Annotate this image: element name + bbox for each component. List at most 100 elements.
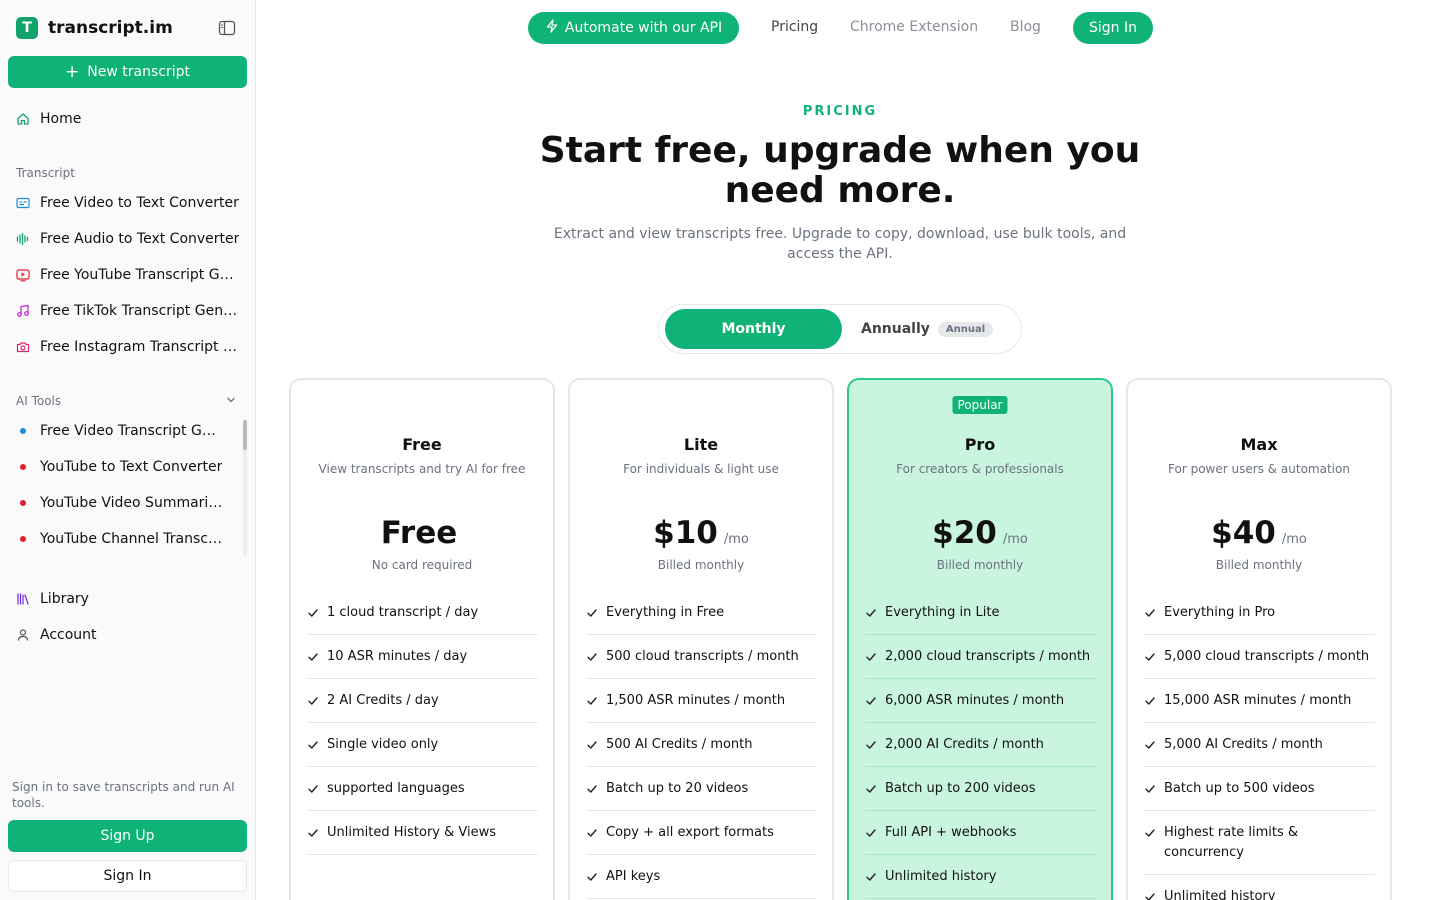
dot-icon (16, 460, 30, 474)
feature-text: 500 cloud transcripts / month (606, 649, 799, 664)
toggle-monthly[interactable]: Monthly (665, 309, 842, 349)
scrollbar-thumb[interactable] (243, 420, 247, 450)
sidebar-item-home[interactable]: Home (16, 111, 240, 127)
feature-item: Batch up to 200 videos (865, 767, 1096, 811)
sidebar-item-label: YouTube to Text Converter (40, 459, 223, 475)
feature-item: 10 ASR minutes / day (307, 635, 538, 679)
nav-pricing-link[interactable]: Pricing (771, 19, 818, 35)
sidebar-item-video-transcript-generator[interactable]: Free Video Transcript Generator (16, 423, 240, 439)
check-icon (865, 735, 877, 755)
feature-text: Single video only (327, 737, 439, 752)
check-icon (307, 603, 319, 623)
feature-text: Batch up to 500 videos (1164, 781, 1315, 796)
billing-note: Billed monthly (1215, 558, 1303, 572)
feature-text: Copy + all export formats (606, 825, 774, 840)
feature-item: Full API + webhooks (865, 811, 1096, 855)
toggle-annually-label: Annually (861, 321, 930, 337)
toggle-annually[interactable]: Annually Annual (861, 321, 994, 337)
price-period: /mo (1002, 532, 1028, 547)
feature-text: 10 ASR minutes / day (327, 649, 468, 664)
plus-icon: + (65, 61, 80, 82)
feature-text: Full API + webhooks (885, 825, 1017, 840)
check-icon (586, 779, 598, 799)
feature-text: Unlimited history (885, 869, 997, 884)
sidebar-item-youtube-summarizer[interactable]: YouTube Video Summarizer (16, 495, 240, 511)
ai-tools-section-label: AI Tools (16, 394, 62, 408)
plan-description: For power users & automation (1168, 462, 1350, 476)
feature-text: Highest rate limits & concurrency (1164, 825, 1299, 860)
sidebar-item-label: Free Audio to Text Converter (40, 231, 240, 247)
sidebar-item-audio-to-text[interactable]: Free Audio to Text Converter (16, 231, 240, 247)
automate-api-button[interactable]: Automate with our API (528, 12, 739, 44)
dot-icon (16, 532, 30, 546)
plan-description: For individuals & light use (623, 462, 779, 476)
check-icon (865, 867, 877, 887)
sidebar-sign-in-button[interactable]: Sign In (8, 860, 247, 892)
sidebar-toggle-icon[interactable] (218, 20, 236, 36)
plan-price: Free (380, 515, 458, 551)
dot-icon (16, 424, 30, 438)
feature-text: Unlimited history (1164, 889, 1276, 900)
sidebar-item-instagram-transcript[interactable]: Free Instagram Transcript Generator (16, 339, 240, 355)
check-icon (1144, 887, 1156, 900)
lightning-icon (545, 19, 559, 37)
pricing-card-max: Max For power users & automation $40 /mo … (1126, 378, 1392, 900)
brand[interactable]: T transcript.im (16, 17, 173, 39)
feature-text: API keys (606, 869, 661, 884)
plan-name: Pro (964, 435, 996, 454)
api-button-label: Automate with our API (564, 20, 723, 36)
user-icon (16, 628, 30, 642)
feature-list: Everything in Free 500 cloud transcripts… (586, 591, 817, 899)
plan-description: For creators & professionals (896, 462, 1064, 476)
price-row: Free (291, 515, 553, 551)
sidebar-item-youtube-to-text[interactable]: YouTube to Text Converter (16, 459, 240, 475)
check-icon (1144, 779, 1156, 799)
nav-chrome-extension-link[interactable]: Chrome Extension (850, 19, 978, 35)
feature-text: 1 cloud transcript / day (327, 605, 479, 620)
page-title: Start free, upgrade when you need more. (539, 130, 1141, 211)
check-icon (865, 779, 877, 799)
check-icon (307, 823, 319, 843)
price-row: $40 /mo (1128, 515, 1390, 551)
feature-item: 5,000 AI Credits / month (1144, 723, 1375, 767)
feature-text: Unlimited History & Views (327, 825, 497, 840)
feature-text: 500 AI Credits / month (606, 737, 753, 752)
chevron-down-icon[interactable] (226, 396, 236, 407)
sidebar-item-account[interactable]: Account (16, 627, 240, 643)
sidebar-item-label: Library (40, 591, 89, 607)
feature-item: supported languages (307, 767, 538, 811)
signin-note: Sign in to save transcripts and run AI t… (12, 780, 235, 810)
new-transcript-button[interactable]: + New transcript (8, 56, 247, 88)
sidebar-item-youtube-transcript[interactable]: Free YouTube Transcript Generator (16, 267, 240, 283)
feature-text: 5,000 cloud transcripts / month (1164, 649, 1370, 664)
nav-blog-link[interactable]: Blog (1010, 19, 1041, 35)
check-icon (586, 823, 598, 843)
sidebar-item-video-to-text[interactable]: Free Video to Text Converter (16, 195, 240, 211)
plan-price: $10 (653, 515, 718, 551)
price-period: /mo (1281, 532, 1307, 547)
home-icon (16, 112, 30, 126)
audio-wave-icon (16, 232, 30, 246)
plan-name: Max (1240, 435, 1278, 454)
sidebar-item-youtube-channel[interactable]: YouTube Channel Transcript (16, 531, 240, 547)
feature-item: Everything in Lite (865, 591, 1096, 635)
camera-icon (16, 340, 30, 354)
transcript-section-label: Transcript (16, 166, 75, 180)
sign-up-button[interactable]: Sign Up (8, 820, 247, 852)
feature-text: Everything in Pro (1164, 605, 1276, 620)
plan-name: Free (402, 435, 442, 454)
sidebar-item-library[interactable]: Library (16, 591, 240, 607)
sidebar-item-label: Free Video to Text Converter (40, 195, 239, 211)
feature-text: 2,000 AI Credits / month (885, 737, 1044, 752)
brand-logo: T (16, 17, 38, 39)
page-subtitle: Extract and view transcripts free. Upgra… (553, 226, 1127, 262)
plan-name: Lite (683, 435, 719, 454)
feature-item: Copy + all export formats (586, 811, 817, 855)
sidebar-item-tiktok-transcript[interactable]: Free TikTok Transcript Generator (16, 303, 240, 319)
popular-badge: Popular (952, 396, 1008, 414)
sidebar-item-label: Home (40, 111, 82, 127)
sidebar-item-label: Free TikTok Transcript Generator (40, 303, 240, 319)
sign-in-button[interactable]: Sign In (1073, 12, 1153, 44)
feature-item: 5,000 cloud transcripts / month (1144, 635, 1375, 679)
feature-item: 500 cloud transcripts / month (586, 635, 817, 679)
